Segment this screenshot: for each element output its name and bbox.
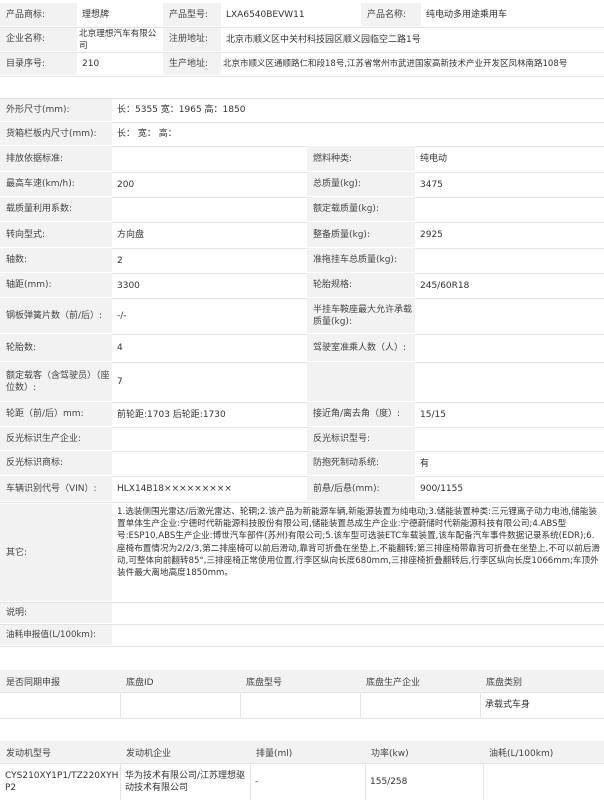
other-label: 其它:	[0, 504, 112, 602]
spec-value: 15/15	[420, 409, 446, 420]
model-value: LXA6540BEVW11	[226, 10, 305, 20]
spec-label: 额定载客（含驾驶员）（座位数）:	[0, 362, 112, 402]
spec-value	[415, 248, 604, 273]
spec-value	[112, 197, 307, 222]
spec-label: 载质量利用系数:	[0, 197, 112, 222]
spec-value: 7	[117, 377, 123, 387]
spec-label: 钢板弹簧片数（前/后）:	[0, 298, 112, 334]
spec-label: 货箱栏板内尺寸(mm):	[0, 122, 112, 146]
spec-value: 长： 宽： 高：	[117, 129, 177, 139]
name-value: 纯电动多用途乘用车	[426, 10, 508, 20]
spec-label: 反光标识型号:	[307, 427, 415, 451]
spec-value	[415, 427, 604, 451]
spec-label: 轮距（前/后）mm:	[0, 402, 112, 427]
spec-label: 转向型式:	[0, 222, 112, 248]
chassis-cell	[0, 692, 120, 718]
company-label: 企业名称:	[0, 27, 77, 52]
fuel-label: 油耗申报值(L/100km):	[0, 624, 112, 646]
prod-address-value: 北京市顺义区通顺路仁和段18号,江苏省常州市武进国家高新技术产业开发区凤林南路1…	[223, 59, 568, 69]
spec-value	[415, 298, 604, 334]
spec-label: 反光标识生产企业:	[0, 427, 112, 451]
spec-label	[307, 362, 415, 402]
spec-label: 轴距(mm):	[0, 273, 112, 298]
spec-label: 排放依据标准:	[0, 146, 112, 172]
engine-header: 发动机企业	[120, 741, 250, 763]
spec-value: 方向盘	[117, 230, 145, 240]
engine-cell: 华为技术有限公司/江苏理想驱动技术有限公司	[125, 770, 246, 793]
spec-value: 纯电动	[420, 154, 448, 164]
engine-cell	[483, 763, 604, 800]
other-text: 1.选装侧围光雷达/后激光雷达、轮辋;2.该产品为新能源车辆,新能源装置为纯电动…	[117, 507, 600, 579]
spec-value: 长：5355 宽：1965 高：1850	[117, 105, 246, 115]
spec-value	[112, 451, 307, 476]
engine-cell: CYS210XY1P1/TZ220XYHP2	[5, 770, 119, 793]
spec-label: 反光标识商标:	[0, 451, 112, 476]
catalog-label: 目录序号:	[0, 52, 77, 76]
spec-value: 245/60R18	[420, 280, 470, 291]
spec-value	[112, 146, 307, 172]
spec-label: 总质量(kg):	[307, 172, 415, 197]
spec-label: 整备质量(kg):	[307, 222, 415, 248]
chassis-cell	[120, 692, 240, 718]
spec-value: 2	[117, 255, 123, 266]
spec-label: 半挂车鞍座最大允许承载质量(kg):	[307, 298, 415, 334]
chassis-header: 底盘生产企业	[360, 670, 480, 692]
spec-value: 900/1155	[420, 484, 464, 494]
spec-label: 接近角/离去角（度）:	[307, 402, 415, 427]
chassis-header: 底盘ID	[120, 670, 240, 692]
spec-value: 3475	[420, 179, 443, 190]
chassis-header: 是否同期申报	[0, 670, 120, 692]
spec-label: 准拖挂车总质量(kg):	[307, 248, 415, 273]
spec-label: 前悬/后悬(mm):	[307, 476, 415, 502]
spec-label: 驾驶室准乘人数（人）:	[307, 334, 415, 362]
chassis-header: 底盘型号	[240, 670, 360, 692]
spec-value: -/-	[117, 311, 127, 321]
engine-header: 发动机型号	[0, 741, 120, 763]
spec-value	[415, 362, 604, 402]
spec-value	[415, 334, 604, 362]
prod-address-label: 生产地址:	[163, 52, 221, 76]
engine-header: 油耗(L/100km)	[483, 741, 604, 763]
note-label: 说明:	[0, 602, 112, 624]
engine-header: 功率(kw)	[365, 741, 483, 763]
spec-value: 200	[117, 179, 135, 190]
spec-label: 车辆识别代号（VIN）:	[0, 476, 112, 502]
spec-label: 轴数:	[0, 248, 112, 273]
chassis-header: 底盘类别	[480, 670, 604, 692]
engine-cell: 155/258	[370, 776, 408, 787]
chassis-cell: 承载式车身	[485, 700, 531, 710]
name-label: 产品名称:	[361, 3, 421, 27]
brand-value: 理想牌	[82, 10, 110, 20]
company-value: 北京理想汽车有限公司	[79, 28, 157, 51]
spec-value: 3300	[117, 280, 140, 291]
spec-label: 最高车速(km/h):	[0, 172, 112, 197]
reg-address-label: 注册地址:	[163, 27, 221, 52]
spec-label: 防抱死制动系统:	[307, 451, 415, 476]
model-label: 产品型号:	[163, 3, 221, 27]
chassis-cell	[360, 692, 480, 718]
spec-value	[415, 197, 604, 222]
engine-cell: -	[255, 776, 259, 787]
spec-value: HLX14B18×××××××××	[117, 484, 232, 494]
spec-label: 燃料种类:	[307, 146, 415, 172]
spec-label: 额定载质量(kg):	[307, 197, 415, 222]
reg-address-value: 北京市顺义区中关村科技园区顺义园临空二路1号	[226, 34, 421, 45]
spec-value: 4	[117, 343, 123, 353]
spec-label: 轮胎规格:	[307, 273, 415, 298]
spec-value: 有	[420, 458, 430, 469]
brand-label: 产品商标:	[0, 3, 77, 27]
spec-value: 2925	[420, 230, 443, 240]
catalog-value: 210	[82, 59, 100, 69]
chassis-cell	[240, 692, 360, 718]
spec-label: 外形尺寸(mm):	[0, 98, 112, 122]
engine-header: 排量(ml)	[250, 741, 365, 763]
spec-value: 前轮距:1703 后轮距:1730	[117, 409, 226, 420]
spec-value	[112, 427, 307, 451]
spec-label: 轮胎数:	[0, 334, 112, 362]
